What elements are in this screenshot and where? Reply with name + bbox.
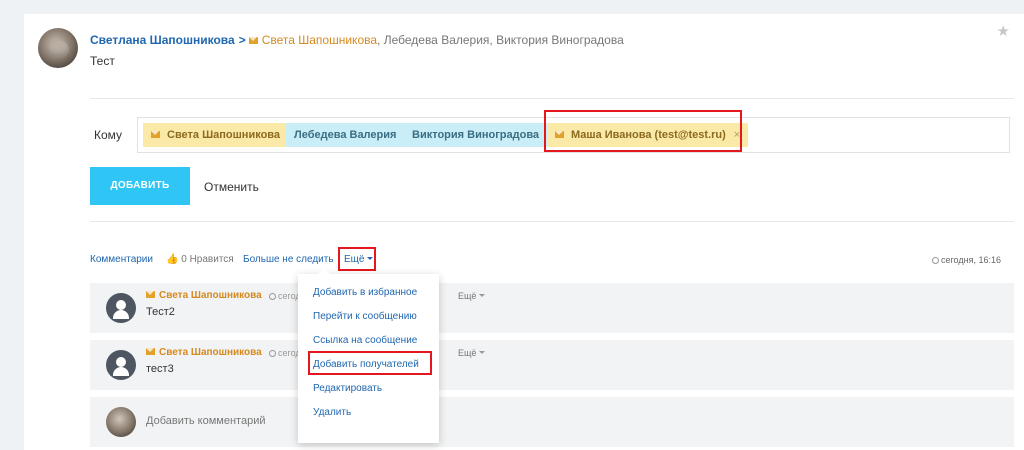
post-time: сегодня, 16:16 — [931, 255, 1001, 265]
like-button[interactable]: 👍 0 Нравится — [166, 254, 234, 265]
menu-item-add-favorite[interactable]: Добавить в избранное — [313, 287, 417, 298]
post-card: Светлана Шапошникова > Света Шапошникова, … — [24, 14, 1024, 450]
envelope-icon — [248, 37, 258, 44]
comment-item: Света Шапошникова сегод Ещё тест3 — [90, 340, 1014, 390]
comment-author-link[interactable]: Света Шапошникова — [146, 290, 262, 301]
post-recipient-link[interactable]: Виктория Виноградова — [496, 33, 624, 47]
highlight-box — [544, 110, 742, 152]
post-author-link[interactable]: Светлана Шапошникова — [90, 33, 235, 47]
to-label: Кому — [94, 128, 123, 142]
add-comment-input[interactable]: Добавить комментарий — [146, 415, 265, 427]
highlight-box — [308, 351, 432, 375]
chevron-down-icon — [479, 294, 486, 297]
menu-item-message-link[interactable]: Ссылка на сообщение — [313, 335, 417, 346]
user-avatar-icon[interactable] — [106, 293, 136, 323]
envelope-icon — [151, 131, 160, 138]
menu-item-delete[interactable]: Удалить — [313, 407, 351, 418]
clock-icon — [269, 350, 276, 357]
post-recipient-link[interactable]: Лебедева Валерия — [384, 33, 490, 47]
clock-icon — [931, 257, 939, 264]
post-text: Тест — [90, 54, 115, 68]
comment-more-link[interactable]: Ещё — [458, 291, 486, 301]
divider — [90, 221, 1014, 222]
comment-text: Тест2 — [146, 306, 175, 318]
current-user-avatar — [106, 407, 136, 437]
comment-author-link[interactable]: Света Шапошникова — [146, 347, 262, 358]
post-recipient-link[interactable]: Света Шапошникова — [262, 33, 377, 47]
comment-text: тест3 — [146, 363, 174, 375]
cancel-button[interactable]: Отменить — [204, 180, 259, 194]
chevron-down-icon — [479, 351, 486, 354]
comment-date: сегод — [269, 348, 301, 358]
envelope-icon — [146, 291, 155, 298]
unfollow-link[interactable]: Больше не следить — [243, 254, 334, 265]
add-comment-row[interactable]: Добавить комментарий — [90, 397, 1014, 447]
clock-icon — [269, 293, 276, 300]
divider — [90, 98, 1014, 99]
comments-link[interactable]: Комментарии — [90, 254, 153, 265]
comment-item: Света Шапошникова сегод Ещё Тест2 — [90, 283, 1014, 333]
star-icon[interactable]: ★ — [997, 22, 1010, 40]
author-avatar[interactable] — [38, 28, 78, 68]
recipient-chip[interactable]: Виктория Виноградова — [404, 123, 548, 147]
recipient-chip[interactable]: Лебедева Валерия — [286, 123, 405, 147]
envelope-icon — [146, 348, 155, 355]
highlight-box — [338, 247, 376, 271]
user-avatar-icon[interactable] — [106, 350, 136, 380]
post-header: Светлана Шапошникова > Света Шапошникова, … — [90, 33, 624, 47]
comment-date: сегод — [269, 291, 301, 301]
menu-item-edit[interactable]: Редактировать — [313, 383, 382, 394]
recipient-chip[interactable]: Света Шапошникова — [143, 123, 289, 147]
thumbs-up-icon: 👍 — [166, 254, 179, 265]
recipients-arrow-icon: > — [238, 33, 246, 47]
comment-more-link[interactable]: Ещё — [458, 348, 486, 358]
menu-item-go-to-message[interactable]: Перейти к сообщению — [313, 311, 417, 322]
add-button[interactable]: ДОБАВИТЬ — [90, 167, 190, 205]
